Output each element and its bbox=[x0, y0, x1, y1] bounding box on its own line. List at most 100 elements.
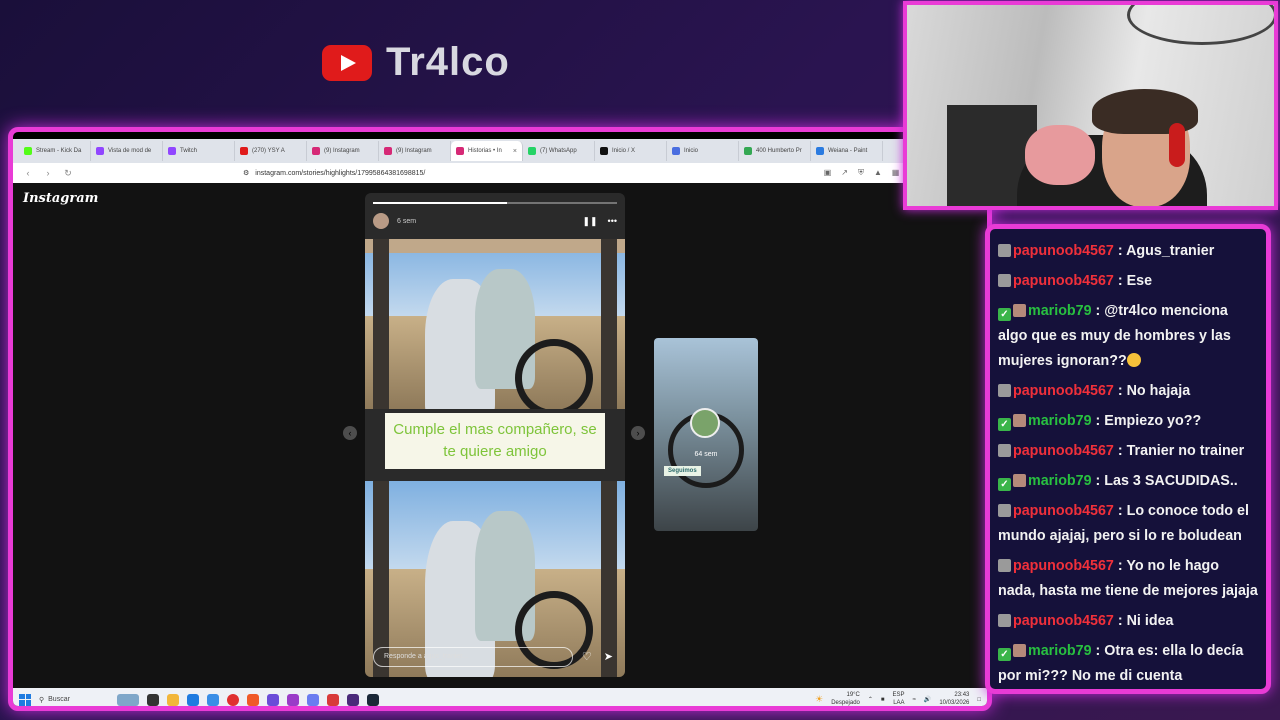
reload-icon[interactable]: ↻ bbox=[63, 168, 73, 179]
windows-taskbar: ⚲ Buscar ☀ 19°C Despejado ⌃ ■ ESP LAA ≈ … bbox=[13, 688, 987, 706]
user-badge-icon bbox=[1013, 644, 1026, 657]
tab-favicon-icon bbox=[96, 147, 104, 155]
brave-shield-icon[interactable]: ⛨ bbox=[858, 168, 864, 178]
url-field[interactable]: ⚙ instagram.com/stories/highlights/17995… bbox=[243, 169, 426, 178]
chat-message: papunoob4567 : Ni idea bbox=[998, 609, 1258, 634]
app-icon[interactable] bbox=[327, 693, 339, 706]
browser-tab[interactable]: 400 Humberto Pr bbox=[739, 141, 811, 161]
clock-date: 10/03/2026 bbox=[939, 699, 970, 706]
next-story-arrow-icon[interactable]: › bbox=[631, 426, 645, 440]
url-text: instagram.com/stories/highlights/1799586… bbox=[255, 169, 426, 177]
browser-tab[interactable]: (9) Instagram bbox=[379, 141, 451, 161]
browser-tab[interactable]: Stream - Kick Da bbox=[19, 141, 91, 161]
system-clock[interactable]: 23:43 10/03/2026 bbox=[939, 692, 970, 706]
opera-icon[interactable] bbox=[227, 693, 239, 706]
chat-username[interactable]: papunoob4567 bbox=[1013, 443, 1114, 459]
chat-username[interactable]: mariob79 bbox=[1028, 413, 1092, 429]
tab-favicon-icon bbox=[672, 147, 680, 155]
widgets-icon[interactable] bbox=[117, 693, 139, 706]
user-badge-icon bbox=[1013, 304, 1026, 317]
more-options-icon[interactable]: ••• bbox=[608, 216, 617, 227]
browser-tab[interactable]: Historias • In × bbox=[451, 141, 523, 161]
app-icon[interactable] bbox=[347, 693, 359, 706]
avatar[interactable] bbox=[373, 213, 389, 229]
prev-story-icon[interactable]: ‹ bbox=[343, 426, 357, 440]
discord-icon[interactable] bbox=[307, 693, 319, 706]
share-icon[interactable]: ↗ bbox=[841, 168, 848, 178]
instagram-logo[interactable]: Instagram bbox=[23, 191, 98, 206]
browser-tab[interactable]: (270) YSY A bbox=[235, 141, 307, 161]
edge-icon[interactable] bbox=[207, 693, 219, 706]
tab-label: Weiana - Paint bbox=[828, 148, 868, 154]
steam-icon[interactable] bbox=[367, 693, 379, 706]
search-icon: ⚲ bbox=[39, 696, 45, 704]
tab-favicon-icon bbox=[600, 147, 608, 155]
heart-icon[interactable]: ♡ bbox=[582, 650, 592, 663]
task-view-icon[interactable] bbox=[147, 693, 159, 706]
tab-favicon-icon bbox=[312, 147, 320, 155]
chat-username[interactable]: papunoob4567 bbox=[1013, 613, 1114, 629]
chat-username[interactable]: papunoob4567 bbox=[1013, 273, 1114, 289]
chat-text: No hajaja bbox=[1126, 383, 1191, 399]
chat-message: ✓ mariob79 : @tr4lco menciona algo que es… bbox=[998, 303, 1231, 369]
chat-username[interactable]: mariob79 bbox=[1028, 303, 1092, 319]
close-tab-icon[interactable]: × bbox=[513, 148, 517, 155]
chat-message: papunoob4567 : No hajaja bbox=[998, 379, 1258, 404]
site-info-icon[interactable]: ⚙ bbox=[243, 169, 249, 177]
browser-tab[interactable]: Weiana - Paint bbox=[811, 141, 883, 161]
weather-desc: Despejado bbox=[831, 699, 860, 706]
story-caption: Cumple el mas compañero, se te quiere am… bbox=[385, 413, 605, 469]
tab-label: Historias • In bbox=[468, 148, 502, 154]
chat-username[interactable]: papunoob4567 bbox=[1013, 243, 1114, 259]
system-tray: ☀ 19°C Despejado ⌃ ■ ESP LAA ≈ 🔊 23:43 1… bbox=[815, 692, 981, 706]
app-icon[interactable] bbox=[267, 693, 279, 706]
volume-icon[interactable]: 🔊 bbox=[924, 696, 931, 703]
extensions-icon[interactable]: ▦ bbox=[892, 168, 900, 178]
chat-message: papunoob4567 : Agus_tranier bbox=[998, 239, 1258, 264]
keyboard-layout: LAA bbox=[893, 699, 905, 706]
notification-icon[interactable]: □ bbox=[977, 697, 981, 703]
browser-tab[interactable]: Twitch bbox=[163, 141, 235, 161]
browser-tab[interactable]: (9) Instagram bbox=[307, 141, 379, 161]
browser-tab[interactable]: Inicio / X bbox=[595, 141, 667, 161]
next-story-preview[interactable]: 64 sem Seguimos bbox=[654, 338, 758, 531]
wifi-icon[interactable]: ≈ bbox=[913, 697, 916, 703]
screen-capture-frame: Stream - Kick Da Vista de mod de Twitch (27… bbox=[8, 127, 992, 711]
app-icon[interactable] bbox=[287, 693, 299, 706]
weather-temp: 19°C bbox=[846, 692, 860, 698]
windows-start-icon[interactable] bbox=[19, 693, 31, 706]
brave-icon[interactable] bbox=[247, 693, 259, 706]
chat-username[interactable]: papunoob4567 bbox=[1013, 558, 1114, 574]
rewards-icon[interactable]: ▲ bbox=[874, 168, 882, 178]
tray-app-icon[interactable]: ■ bbox=[881, 697, 885, 703]
story-header: 6 sem ❚❚ ••• bbox=[373, 213, 617, 229]
browser-tab[interactable]: (7) WhatsApp bbox=[523, 141, 595, 161]
chat-username[interactable]: papunoob4567 bbox=[1013, 383, 1114, 399]
thinking-emoji-icon bbox=[1126, 353, 1141, 367]
taskbar-search[interactable]: ⚲ Buscar bbox=[39, 696, 109, 704]
headphones bbox=[1169, 123, 1185, 167]
back-icon[interactable]: ‹ bbox=[23, 168, 33, 178]
store-icon[interactable] bbox=[187, 693, 199, 706]
browser-tab[interactable]: Inicio bbox=[667, 141, 739, 161]
reply-input[interactable]: Responde a agus_tranier... bbox=[373, 647, 573, 667]
pause-icon[interactable]: ❚❚ bbox=[582, 216, 597, 227]
tab-label: Inicio / X bbox=[612, 148, 636, 154]
chat-message: ✓ mariob79 : Empiezo yo?? bbox=[998, 409, 1258, 434]
chat-message: papunoob4567 : Tranier no trainer bbox=[998, 439, 1258, 464]
weather-icon[interactable]: ☀ bbox=[815, 694, 823, 705]
chat-username[interactable]: papunoob4567 bbox=[1013, 503, 1114, 519]
user-badge-icon bbox=[998, 384, 1011, 397]
send-icon[interactable]: ➤ bbox=[604, 650, 613, 663]
chat-username[interactable]: mariob79 bbox=[1028, 643, 1092, 659]
file-explorer-icon[interactable] bbox=[167, 693, 179, 706]
chat-username[interactable]: mariob79 bbox=[1028, 473, 1092, 489]
verified-badge-icon: ✓ bbox=[998, 308, 1011, 321]
screenshot-icon[interactable]: ▣ bbox=[824, 168, 832, 178]
forward-icon[interactable]: › bbox=[43, 168, 53, 178]
keyboard-lang[interactable]: ESP bbox=[893, 692, 905, 700]
tab-favicon-icon bbox=[744, 147, 752, 155]
story-card[interactable]: 6 sem ❚❚ ••• Cumple el mas compañero, se… bbox=[365, 193, 625, 677]
browser-tab[interactable]: Vista de mod de bbox=[91, 141, 163, 161]
chevron-up-icon[interactable]: ⌃ bbox=[868, 696, 873, 703]
